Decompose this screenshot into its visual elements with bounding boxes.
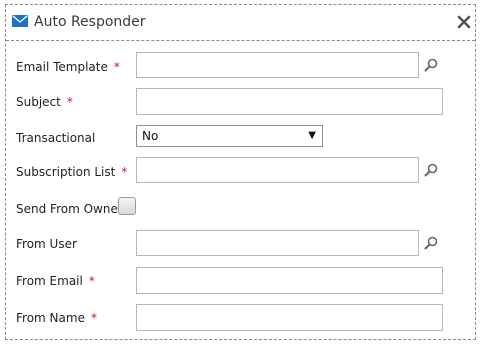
transactional-selected-value: No xyxy=(142,129,159,143)
email-template-input[interactable] xyxy=(136,52,419,78)
send-from-owner-checkbox[interactable] xyxy=(118,197,136,215)
from-name-label-text: From Name xyxy=(16,311,85,325)
transactional-label-text: Transactional xyxy=(16,131,96,145)
from-email-label: From Email * xyxy=(16,274,95,288)
email-template-label-text: Email Template xyxy=(16,60,108,74)
from-email-label-text: From Email xyxy=(16,274,83,288)
required-marker: * xyxy=(66,95,73,109)
from-name-label: From Name * xyxy=(16,311,97,325)
required-marker: * xyxy=(88,274,95,288)
subject-label-text: Subject xyxy=(16,95,61,109)
email-template-label: Email Template * xyxy=(16,60,120,74)
required-marker: * xyxy=(121,165,128,179)
subject-label: Subject * xyxy=(16,95,73,109)
from-user-input[interactable] xyxy=(136,230,419,256)
transactional-select[interactable]: No ▼ xyxy=(136,125,323,147)
search-icon[interactable] xyxy=(424,236,438,250)
send-from-owner-label-text: Send From Owner xyxy=(16,202,123,216)
subscription-list-label: Subscription List * xyxy=(16,165,127,179)
subscription-list-label-text: Subscription List xyxy=(16,165,116,179)
dialog-title: Auto Responder xyxy=(34,14,146,30)
auto-responder-dialog: Auto Responder Email Template * Subject * … xyxy=(5,4,476,340)
dialog-titlebar: Auto Responder xyxy=(6,5,475,41)
close-icon[interactable] xyxy=(457,15,471,29)
from-name-input[interactable] xyxy=(136,304,443,331)
transactional-label: Transactional xyxy=(16,131,95,145)
subscription-list-input[interactable] xyxy=(136,157,419,183)
search-icon[interactable] xyxy=(424,163,438,177)
required-marker: * xyxy=(113,60,120,74)
required-marker: * xyxy=(90,311,97,325)
envelope-icon xyxy=(12,15,28,27)
dropdown-arrow-icon: ▼ xyxy=(308,130,316,141)
subject-input[interactable] xyxy=(136,88,443,115)
from-user-label-text: From User xyxy=(16,237,77,251)
send-from-owner-label: Send From Owner xyxy=(16,202,123,216)
from-user-label: From User xyxy=(16,237,77,251)
from-email-input[interactable] xyxy=(136,267,443,294)
search-icon[interactable] xyxy=(424,58,438,72)
